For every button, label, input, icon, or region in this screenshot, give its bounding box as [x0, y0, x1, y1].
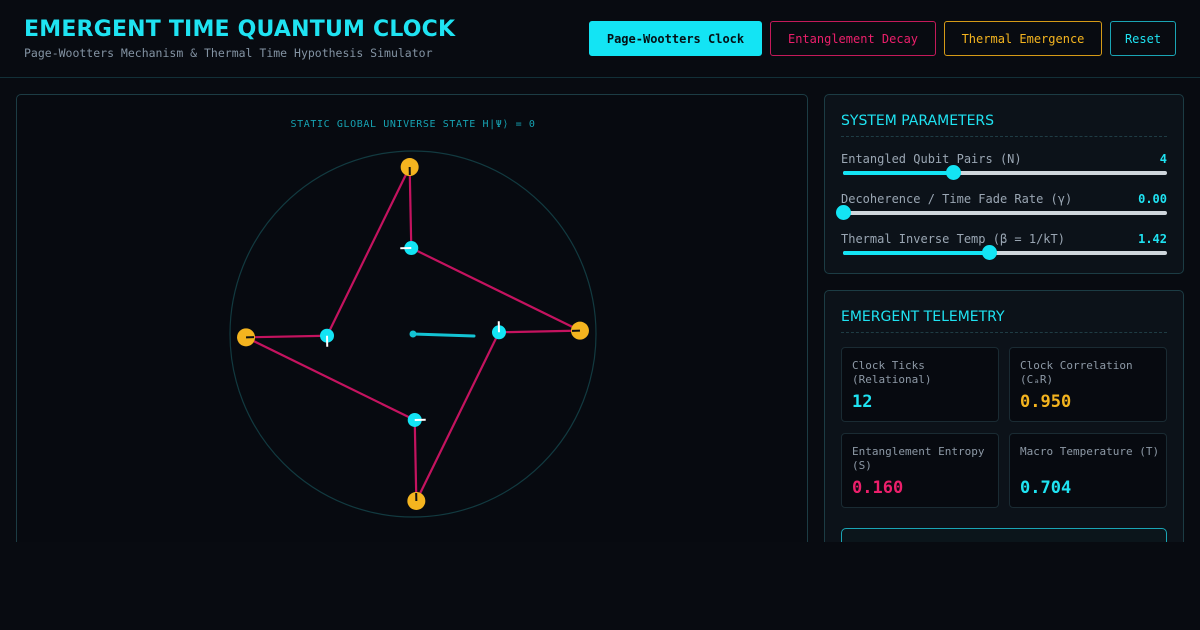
- system-parameters-title: SYSTEM PARAMETERS: [841, 113, 1167, 137]
- decoherence-rate-label: Decoherence / Time Fade Rate (γ): [841, 192, 1073, 206]
- entanglement-link: [326, 166, 411, 337]
- qubit-pairs-slider-thumb[interactable]: [946, 165, 962, 180]
- qubit-pairs-label: Entangled Qubit Pairs (N): [841, 152, 1022, 166]
- thermal-inverse-temp-value: 1.42: [1138, 232, 1167, 246]
- clock-ticks-value: 12: [852, 392, 873, 412]
- entanglement-link: [498, 329, 580, 334]
- qubit-pairs-slider-fill: [843, 171, 954, 175]
- clock-correlation-value: 0.950: [1020, 392, 1072, 412]
- emergent-telemetry-panel: EMERGENT TELEMETRY Clock Ticks (Relation…: [824, 290, 1184, 568]
- decoherence-rate-control: Decoherence / Time Fade Rate (γ) 0.00: [836, 192, 1167, 228]
- decoherence-rate-slider-thumb[interactable]: [836, 205, 851, 220]
- entanglement-link: [408, 167, 413, 249]
- page-wootters-clock-button[interactable]: Page-Wootters Clock: [589, 21, 762, 56]
- thermal-inverse-temp-slider-fill: [843, 251, 989, 255]
- entanglement-link: [246, 334, 328, 339]
- page-bottom-background: [0, 542, 1200, 630]
- clock-ticks-card: Clock Ticks (Relational) 12: [841, 347, 999, 422]
- thermal-inverse-temp-slider[interactable]: [843, 245, 1167, 260]
- thermal-emergence-button[interactable]: Thermal Emergence: [944, 21, 1102, 56]
- qubit-pairs-value: 4: [1159, 152, 1167, 166]
- entanglement-link: [413, 419, 418, 501]
- entanglement-link: [245, 336, 416, 421]
- emergent-telemetry-title: EMERGENT TELEMETRY: [841, 309, 1167, 333]
- thermal-inverse-temp-label: Thermal Inverse Temp (β = 1/kT): [841, 232, 1065, 246]
- qubit-pairs-slider[interactable]: [843, 165, 1167, 180]
- thermal-inverse-temp-control: Thermal Inverse Temp (β = 1/kT) 1.42: [841, 232, 1167, 268]
- entanglement-entropy-label: Entanglement Entropy (S): [852, 445, 985, 472]
- clock-ticks-label: Clock Ticks (Relational): [852, 359, 932, 386]
- entanglement-link: [415, 331, 500, 502]
- macro-temperature-value: 0.704: [1020, 478, 1072, 498]
- qubit-pairs-control: Entangled Qubit Pairs (N) 4: [841, 152, 1167, 188]
- clock-correlation-label: Clock Correlation (CₐR): [1020, 359, 1133, 386]
- clock-correlation-card: Clock Correlation (CₐR) 0.950: [1009, 347, 1167, 422]
- macro-temperature-card: Macro Temperature (T) 0.704: [1009, 433, 1167, 508]
- app-subtitle: Page-Wootters Mechanism & Thermal Time H…: [24, 46, 433, 60]
- app-title: EMERGENT TIME QUANTUM CLOCK: [24, 17, 456, 42]
- entanglement-decay-button[interactable]: Entanglement Decay: [770, 21, 936, 56]
- reset-button[interactable]: Reset: [1110, 21, 1176, 56]
- system-parameters-panel: SYSTEM PARAMETERS Entangled Qubit Pairs …: [824, 94, 1184, 274]
- decoherence-rate-slider[interactable]: [836, 205, 1167, 220]
- app-header: EMERGENT TIME QUANTUM CLOCK Page-Wootter…: [0, 0, 1200, 78]
- clock-center-pivot: [409, 330, 417, 338]
- entanglement-link: [410, 247, 581, 332]
- macro-temperature-label: Macro Temperature (T): [1020, 445, 1160, 458]
- quantum-clock-visualization[interactable]: [17, 95, 809, 555]
- thermal-inverse-temp-slider-thumb[interactable]: [981, 245, 997, 260]
- entanglement-entropy-card: Entanglement Entropy (S) 0.160: [841, 433, 999, 508]
- decoherence-rate-value: 0.00: [1138, 192, 1167, 206]
- clock-hand: [411, 332, 476, 338]
- entanglement-entropy-value: 0.160: [852, 478, 904, 498]
- simulation-canvas-panel: STATIC GLOBAL UNIVERSE STATE H|Ψ⟩ = 0: [16, 94, 808, 554]
